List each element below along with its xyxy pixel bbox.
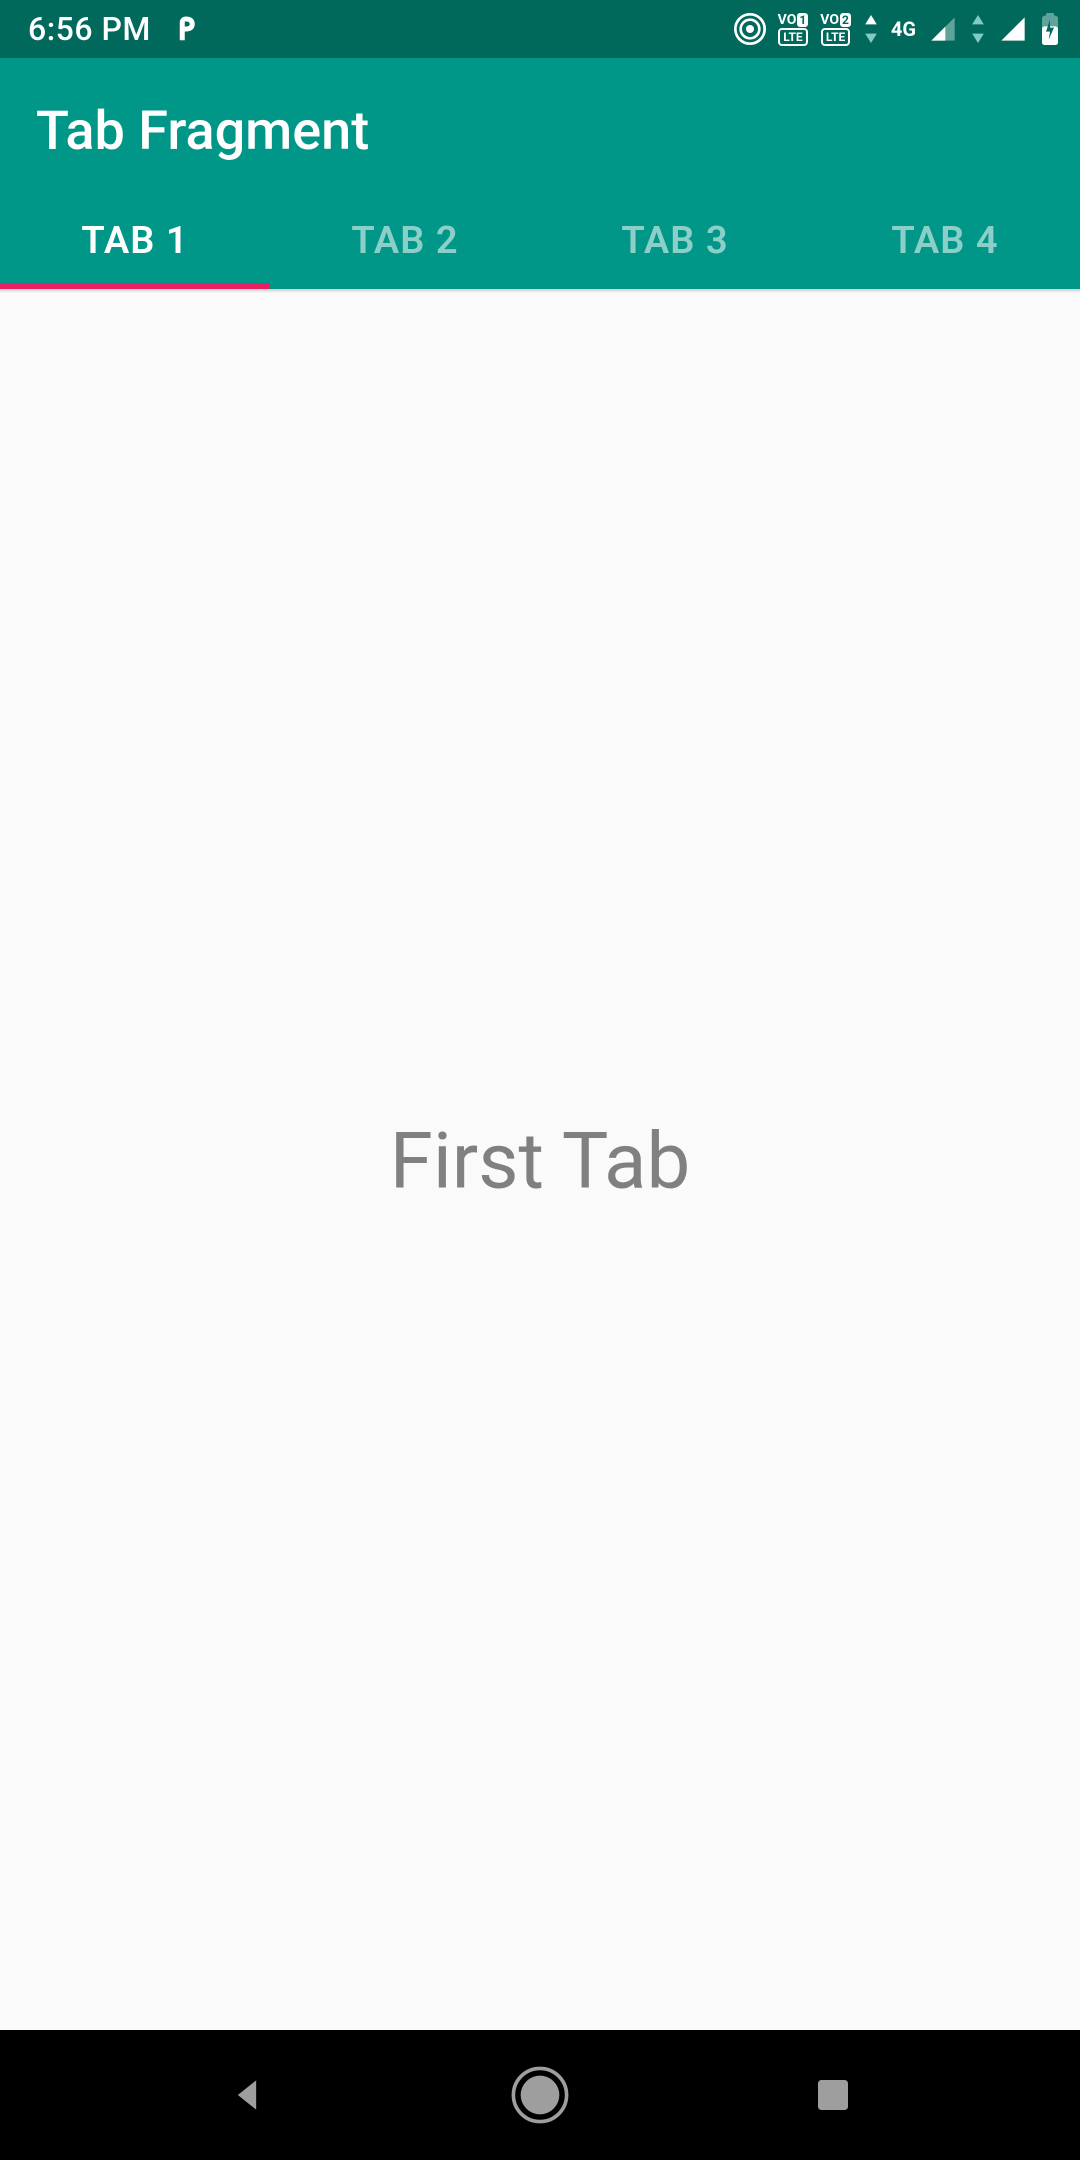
recent-icon bbox=[813, 2075, 853, 2115]
nav-recent-button[interactable] bbox=[783, 2045, 883, 2145]
tab-indicator bbox=[0, 283, 270, 289]
status-left: 6:56 PM bbox=[28, 10, 201, 48]
tab-bar: TAB 1 TAB 2 TAB 3 TAB 4 bbox=[0, 193, 1080, 289]
tab-3[interactable]: TAB 3 bbox=[540, 193, 810, 289]
tab-2-label: TAB 2 bbox=[351, 219, 458, 263]
data-arrows-icon bbox=[863, 15, 879, 43]
tab-2[interactable]: TAB 2 bbox=[270, 193, 540, 289]
content-area[interactable]: First Tab bbox=[0, 293, 1080, 2030]
tab-3-label: TAB 3 bbox=[621, 219, 728, 263]
network-type: 4G bbox=[891, 17, 916, 41]
status-time: 6:56 PM bbox=[28, 10, 151, 48]
volte1-vo: VO bbox=[778, 13, 797, 27]
back-icon bbox=[225, 2073, 269, 2117]
nav-back-button[interactable] bbox=[197, 2045, 297, 2145]
signal-2-icon bbox=[998, 15, 1028, 43]
content-text: First Tab bbox=[390, 1116, 691, 1207]
volte1-lte: LTE bbox=[778, 28, 807, 46]
status-bar: 6:56 PM VO1 LTE VO2 LTE 4G bbox=[0, 0, 1080, 58]
volte1-num: 1 bbox=[797, 13, 808, 27]
signal-1-icon bbox=[928, 15, 958, 43]
tab-1-label: TAB 1 bbox=[81, 219, 188, 263]
hotspot-icon bbox=[734, 13, 766, 45]
status-right: VO1 LTE VO2 LTE 4G bbox=[734, 13, 1060, 46]
volte2-icon: VO2 LTE bbox=[820, 13, 851, 46]
nav-home-button[interactable] bbox=[490, 2045, 590, 2145]
volte2-num: 2 bbox=[840, 13, 851, 27]
volte2-vo: VO bbox=[820, 13, 839, 27]
p-icon bbox=[171, 14, 201, 44]
volte1-icon: VO1 LTE bbox=[778, 13, 809, 46]
volte2-lte: LTE bbox=[821, 28, 850, 46]
data-arrows-2-icon bbox=[970, 15, 986, 43]
app-bar: Tab Fragment bbox=[0, 58, 1080, 193]
home-icon bbox=[511, 2066, 569, 2124]
navigation-bar bbox=[0, 2030, 1080, 2160]
battery-charging-icon bbox=[1040, 13, 1060, 45]
screen: 6:56 PM VO1 LTE VO2 LTE 4G bbox=[0, 0, 1080, 2160]
tab-4-label: TAB 4 bbox=[891, 219, 998, 263]
app-title: Tab Fragment bbox=[36, 100, 1044, 163]
tab-1[interactable]: TAB 1 bbox=[0, 193, 270, 289]
tab-4[interactable]: TAB 4 bbox=[810, 193, 1080, 289]
